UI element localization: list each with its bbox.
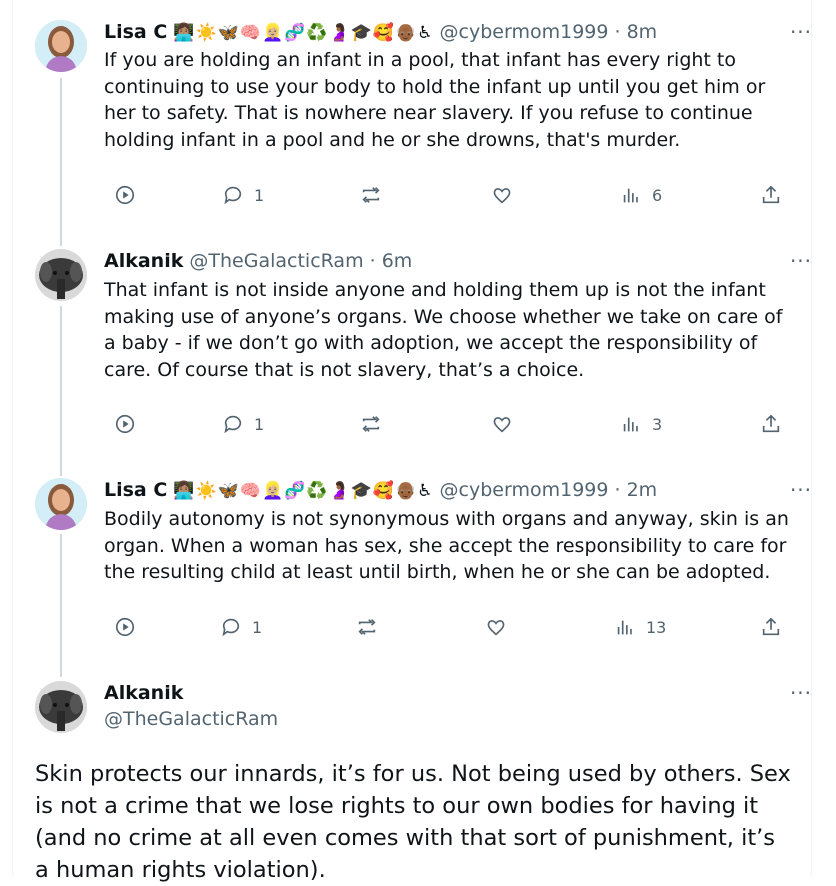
focused-author-handle[interactable]: @TheGalacticRam — [104, 708, 278, 730]
reply-count: 1 — [252, 617, 263, 637]
avatar-alkanik[interactable] — [35, 681, 87, 733]
author-name[interactable]: Lisa C — [104, 479, 167, 501]
more-icon[interactable]: ··· — [789, 683, 813, 703]
focused-tweet-text: Skin protects our innards, it’s for us. … — [35, 761, 791, 883]
share-button[interactable] — [760, 180, 782, 210]
share-icon — [762, 185, 780, 204]
play-icon[interactable] — [114, 612, 136, 642]
author-name[interactable]: Alkanik — [104, 250, 183, 272]
share-button[interactable] — [760, 409, 782, 439]
reply-button[interactable]: 1 — [222, 409, 264, 439]
heart-icon — [487, 620, 505, 636]
author-handle[interactable]: @TheGalacticRam — [189, 250, 363, 272]
tweet-time[interactable]: · 8m — [615, 21, 658, 43]
tweet-actions: 1 13 — [104, 612, 794, 642]
like-button[interactable] — [491, 409, 513, 439]
analytics-icon — [623, 188, 638, 203]
more-icon[interactable]: ··· — [789, 251, 813, 271]
more-icon[interactable]: ··· — [789, 22, 813, 42]
more-icon[interactable]: ··· — [789, 480, 813, 500]
analytics-icon — [623, 417, 638, 432]
avatar-alkanik[interactable] — [35, 249, 87, 301]
play-icon[interactable] — [114, 180, 136, 210]
reply-count: 1 — [254, 185, 265, 205]
play-icon[interactable] — [114, 409, 136, 439]
reply-icon — [222, 618, 240, 637]
retweet-button[interactable] — [360, 409, 382, 439]
name-emojis: 👩🏽‍💻☀️🦋🧠👱🏼‍♀️🧬♻️🤰🏾🎓🥰👴🏾♿ — [173, 23, 433, 43]
reply-button[interactable]: 1 — [220, 612, 262, 642]
views-count: 6 — [652, 185, 663, 205]
heart-icon — [493, 417, 511, 433]
tweet-actions: 1 3 — [104, 409, 794, 439]
views-button[interactable]: 13 — [614, 612, 666, 642]
reply-icon — [224, 415, 242, 434]
thread-line — [60, 534, 62, 677]
name-emojis: 👩🏽‍💻☀️🦋🧠👱🏼‍♀️🧬♻️🤰🏾🎓🥰👴🏾♿ — [173, 481, 433, 501]
thread-line — [60, 306, 62, 476]
retweet-button[interactable] — [360, 180, 382, 210]
views-button[interactable]: 6 — [620, 180, 662, 210]
retweet-icon — [358, 619, 376, 635]
retweet-icon — [362, 187, 380, 203]
retweet-icon — [362, 416, 380, 432]
tweet-header: Alkanik @TheGalacticRam · 6m — [104, 248, 412, 274]
share-button[interactable] — [760, 612, 782, 642]
tweet-actions: 1 6 — [104, 180, 794, 210]
share-icon — [762, 414, 780, 433]
author-handle[interactable]: @cybermom1999 — [440, 479, 609, 501]
reply-icon — [224, 186, 242, 205]
author-name[interactable]: Lisa C — [104, 21, 167, 43]
analytics-icon — [617, 620, 632, 635]
views-count: 13 — [646, 617, 667, 637]
share-icon — [762, 617, 780, 636]
tweet-header: Lisa C 👩🏽‍💻☀️🦋🧠👱🏼‍♀️🧬♻️🤰🏾🎓🥰👴🏾♿ @cybermom… — [104, 19, 657, 45]
tweet-time[interactable]: · 2m — [615, 479, 658, 501]
avatar-lisa[interactable] — [35, 20, 87, 72]
retweet-button[interactable] — [356, 612, 378, 642]
views-count: 3 — [652, 414, 663, 434]
like-button[interactable] — [485, 612, 507, 642]
tweet-text: If you are holding an infant in a pool, … — [104, 49, 766, 151]
heart-icon — [493, 188, 511, 204]
views-button[interactable]: 3 — [620, 409, 662, 439]
tweet-text: Bodily autonomy is not synonymous with o… — [104, 508, 789, 583]
tweet-text: That infant is not inside anyone and hol… — [104, 279, 783, 381]
tweet-header: Lisa C 👩🏽‍💻☀️🦋🧠👱🏼‍♀️🧬♻️🤰🏾🎓🥰👴🏾♿ @cybermom… — [104, 477, 657, 503]
reply-count: 1 — [254, 414, 265, 434]
tweet-time[interactable]: · 6m — [370, 250, 413, 272]
author-handle[interactable]: @cybermom1999 — [440, 21, 609, 43]
thread-line — [60, 78, 62, 246]
reply-button[interactable]: 1 — [222, 180, 264, 210]
avatar-lisa[interactable] — [35, 478, 87, 530]
focused-author-name[interactable]: Alkanik — [104, 682, 183, 704]
like-button[interactable] — [491, 180, 513, 210]
